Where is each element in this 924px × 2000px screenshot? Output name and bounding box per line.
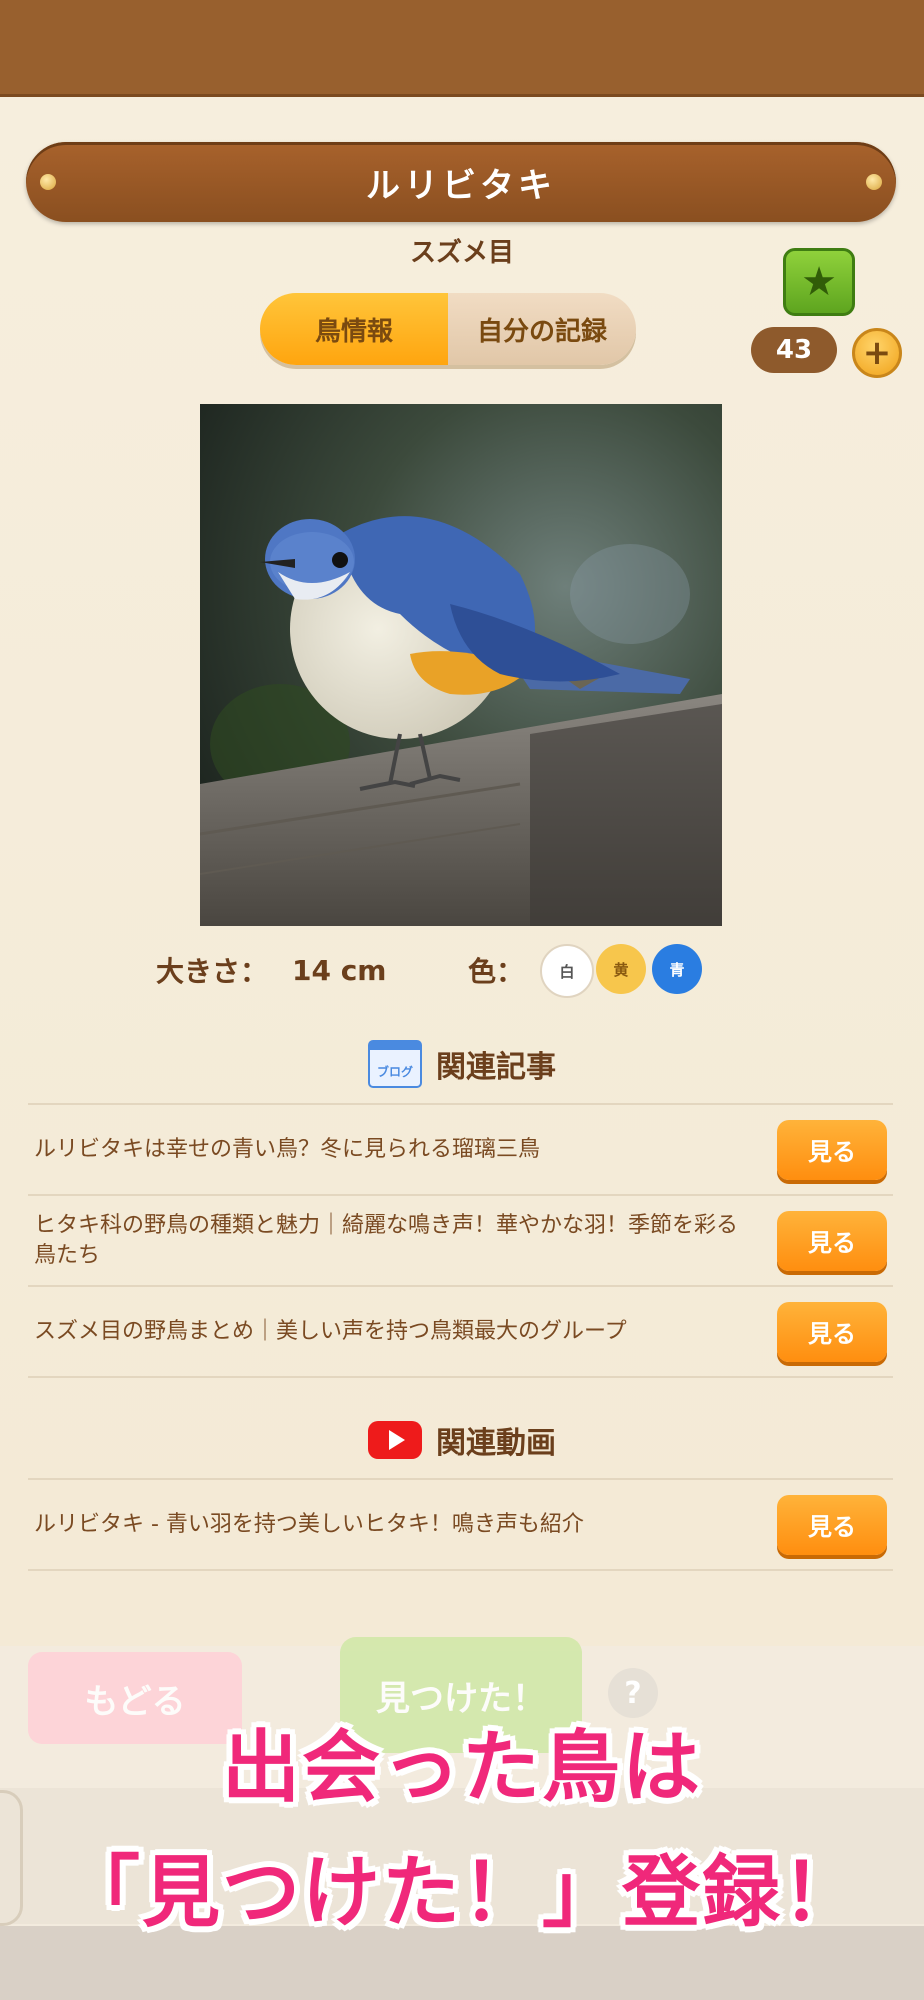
promo-line-2: 「見つけた！」登録！ xyxy=(61,1848,862,1938)
size-value: 14 cm xyxy=(292,953,387,987)
color-chip-white: 白 xyxy=(540,944,594,998)
view-article-button[interactable]: 見る xyxy=(777,1119,887,1180)
tab-bird-info[interactable]: 鳥情報 xyxy=(260,293,448,365)
color-chip-blue: 青 xyxy=(652,944,702,994)
star-icon: ★ xyxy=(801,259,837,305)
bird-photo-image xyxy=(200,404,722,926)
top-bar xyxy=(0,0,924,97)
tab-my-record[interactable]: 自分の記録 xyxy=(448,293,636,365)
videos-heading: 関連動画 xyxy=(436,1426,556,1461)
size-label: 大きさ： xyxy=(156,955,269,988)
info-tabs: 鳥情報 自分の記録 xyxy=(260,293,636,365)
video-list: ルリビタキ - 青い羽を持つ美しいヒタキ！鳴き声も紹介 見る xyxy=(28,1478,893,1571)
rivet-icon xyxy=(40,174,56,190)
view-article-button[interactable]: 見る xyxy=(777,1210,887,1271)
articles-heading: 関連記事 xyxy=(436,1050,556,1085)
color-chip-yellow: 黄 xyxy=(596,944,646,994)
article-row: スズメ目の野鳥まとめ｜美しい声を持つ鳥類最大のグループ 見る xyxy=(28,1285,893,1378)
youtube-icon xyxy=(368,1421,422,1459)
articles-heading-group: ブログ 関連記事 xyxy=(0,1040,924,1088)
bird-name: ルリビタキ xyxy=(366,165,556,206)
video-title: ルリビタキ - 青い羽を持つ美しいヒタキ！鳴き声も紹介 xyxy=(34,1511,584,1537)
favorite-count: 43 xyxy=(751,327,837,373)
favorite-button[interactable]: ★ xyxy=(783,248,855,316)
article-title: ヒタキ科の野鳥の種類と魅力｜綺麗な鳴き声！華やかな羽！季節を彩る鳥たち xyxy=(34,1212,739,1268)
article-title: ルリビタキは幸せの青い鳥？冬に見られる瑠璃三鳥 xyxy=(34,1136,541,1162)
color-label: 色： xyxy=(468,955,525,988)
video-row: ルリビタキ - 青い羽を持つ美しいヒタキ！鳴き声も紹介 見る xyxy=(28,1478,893,1571)
videos-heading-group: 関連動画 xyxy=(0,1418,924,1462)
title-banner: ルリビタキ xyxy=(26,142,896,222)
article-row: ヒタキ科の野鳥の種類と魅力｜綺麗な鳴き声！華やかな羽！季節を彩る鳥たち 見る xyxy=(28,1194,893,1285)
view-video-button[interactable]: 見る xyxy=(777,1494,887,1555)
bird-photo xyxy=(200,404,722,926)
article-row: ルリビタキは幸せの青い鳥？冬に見られる瑠璃三鳥 見る xyxy=(28,1103,893,1194)
article-title: スズメ目の野鳥まとめ｜美しい声を持つ鳥類最大のグループ xyxy=(34,1318,627,1344)
article-list: ルリビタキは幸せの青い鳥？冬に見られる瑠璃三鳥 見る ヒタキ科の野鳥の種類と魅力… xyxy=(28,1103,893,1378)
promo-line-1: 出会った鳥は xyxy=(221,1723,702,1813)
blog-icon: ブログ xyxy=(368,1040,422,1088)
view-article-button[interactable]: 見る xyxy=(777,1301,887,1362)
add-button[interactable]: + xyxy=(852,328,902,378)
rivet-icon xyxy=(866,174,882,190)
